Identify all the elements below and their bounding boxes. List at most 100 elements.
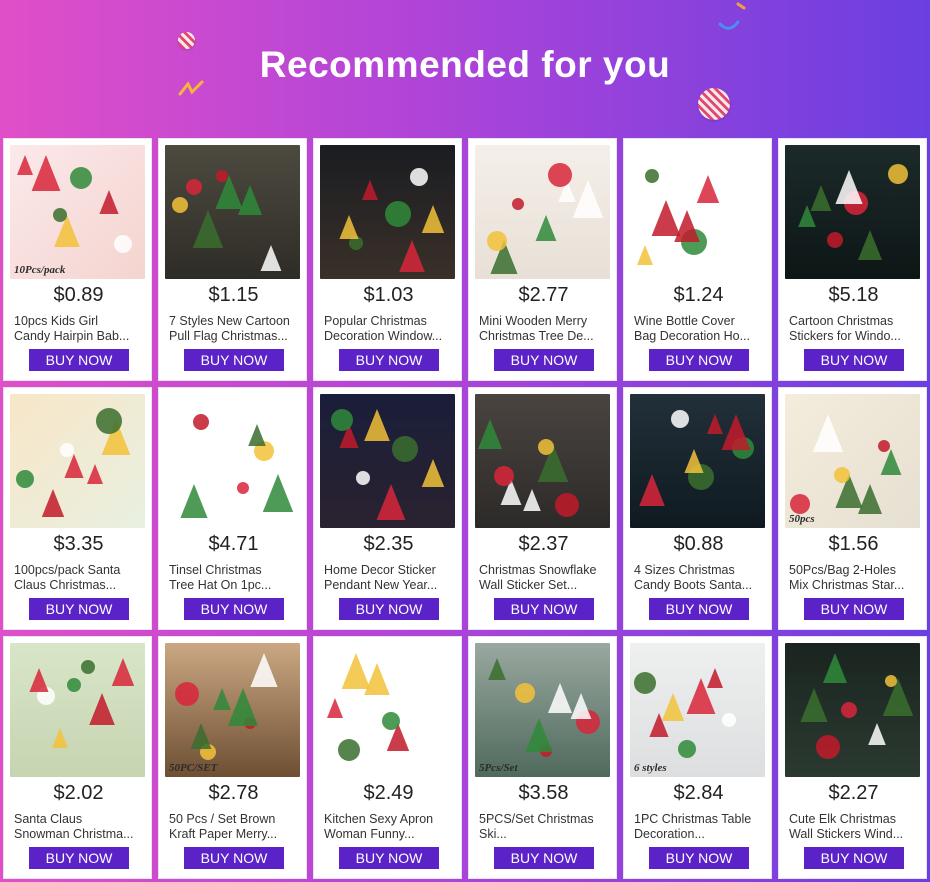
product-title[interactable]: 100pcs/pack Santa Claus Christmas... <box>14 563 146 593</box>
product-title[interactable]: Cartoon Christmas Stickers for Windo... <box>789 314 921 344</box>
product-price: $2.35 <box>363 533 414 555</box>
product-image[interactable] <box>10 643 145 777</box>
product-card[interactable]: $1.03 Popular Christmas Decoration Window.… <box>313 138 462 381</box>
product-illustration <box>172 170 282 271</box>
product-image[interactable] <box>10 394 145 528</box>
decor-shape <box>186 179 202 195</box>
product-image[interactable]: 5Pcs/Set <box>475 643 610 777</box>
product-title-line: 7 Styles New Cartoon <box>169 314 290 328</box>
product-title[interactable]: 7 Styles New Cartoon Pull Flag Christmas.… <box>169 314 301 344</box>
buy-now-button[interactable]: BUY NOW <box>339 847 439 869</box>
product-image[interactable]: 50PC/SET <box>165 643 300 777</box>
product-title[interactable]: 4 Sizes Christmas Candy Boots Santa... <box>634 563 766 593</box>
buy-now-button[interactable]: BUY NOW <box>649 847 749 869</box>
product-price: $2.78 <box>208 782 259 804</box>
product-image[interactable]: 6 styles <box>630 643 765 777</box>
product-card[interactable]: $0.88 4 Sizes Christmas Candy Boots Santa.… <box>623 387 772 630</box>
product-image[interactable] <box>630 394 765 528</box>
decor-shape <box>29 668 49 692</box>
product-title-line: Tree Hat On 1pc... <box>169 578 272 592</box>
buy-now-button[interactable]: BUY NOW <box>649 349 749 371</box>
product-title[interactable]: Santa Claus Snowman Christma... <box>14 812 146 842</box>
product-image[interactable]: 10Pcs/pack <box>10 145 145 279</box>
decor-shape <box>87 464 103 484</box>
decor-shape <box>515 683 535 703</box>
product-title-line: Tinsel Christmas <box>169 563 262 577</box>
product-title[interactable]: 50 Pcs / Set Brown Kraft Paper Merry... <box>169 812 301 842</box>
product-title[interactable]: 5PCS/Set Christmas Ski... <box>479 812 611 842</box>
product-illustration <box>488 658 600 757</box>
decor-shape <box>399 240 425 272</box>
buy-now-button[interactable]: BUY NOW <box>494 598 594 620</box>
buy-now-button[interactable]: BUY NOW <box>494 349 594 371</box>
decor-shape <box>488 658 506 680</box>
product-card[interactable]: $2.77 Mini Wooden Merry Christmas Tree De.… <box>468 138 617 381</box>
buy-now-button[interactable]: BUY NOW <box>184 847 284 869</box>
product-card[interactable]: 5Pcs/Set $3.58 5PCS/Set Christmas Ski... BUY… <box>468 636 617 879</box>
product-title-line: 5PCS/Set Christmas <box>479 812 594 826</box>
decor-shape <box>790 494 810 514</box>
product-title[interactable]: 50Pcs/Bag 2-Holes Mix Christmas Star... <box>789 563 921 593</box>
buy-now-button[interactable]: BUY NOW <box>804 598 904 620</box>
product-title[interactable]: Wine Bottle Cover Bag Decoration Ho... <box>634 314 766 344</box>
product-illustration <box>790 414 902 514</box>
product-card[interactable]: $2.02 Santa Claus Snowman Christma... BUY N… <box>3 636 152 879</box>
product-card[interactable]: $4.71 Tinsel Christmas Tree Hat On 1pc... B… <box>158 387 307 630</box>
product-title[interactable]: Kitchen Sexy Apron Woman Funny... <box>324 812 456 842</box>
product-title[interactable]: Mini Wooden Merry Christmas Tree De... <box>479 314 611 344</box>
decor-shape <box>722 713 736 727</box>
buy-now-button[interactable]: BUY NOW <box>184 598 284 620</box>
product-title[interactable]: 10pcs Kids Girl Candy Hairpin Bab... <box>14 314 146 344</box>
buy-now-button[interactable]: BUY NOW <box>29 349 129 371</box>
buy-now-button[interactable]: BUY NOW <box>29 598 129 620</box>
product-illustration <box>634 668 736 758</box>
decor-shape <box>260 245 282 271</box>
buy-now-button[interactable]: BUY NOW <box>29 847 129 869</box>
decor-shape <box>858 230 882 260</box>
product-card[interactable]: $2.37 Christmas Snowflake Wall Sticker Set… <box>468 387 617 630</box>
product-image[interactable] <box>320 643 455 777</box>
decor-shape <box>41 489 65 517</box>
product-image[interactable] <box>630 145 765 279</box>
product-title[interactable]: Home Decor Sticker Pendant New Year... <box>324 563 456 593</box>
product-card[interactable]: 10Pcs/pack $0.89 10pcs Kids Girl Candy Hair… <box>3 138 152 381</box>
image-caption: 5Pcs/Set <box>479 762 518 774</box>
product-image[interactable] <box>475 394 610 528</box>
product-card[interactable]: $2.49 Kitchen Sexy Apron Woman Funny... BUY… <box>313 636 462 879</box>
buy-now-button[interactable]: BUY NOW <box>804 847 904 869</box>
product-image[interactable]: 50pcs <box>785 394 920 528</box>
decor-shape <box>878 440 890 452</box>
product-card[interactable]: 6 styles $2.84 1PC Christmas Table Decorati… <box>623 636 772 879</box>
buy-now-button[interactable]: BUY NOW <box>804 349 904 371</box>
product-image[interactable] <box>475 145 610 279</box>
buy-now-button[interactable]: BUY NOW <box>494 847 594 869</box>
buy-now-button[interactable]: BUY NOW <box>339 349 439 371</box>
product-card[interactable]: $1.15 7 Styles New Cartoon Pull Flag Chris… <box>158 138 307 381</box>
product-image[interactable] <box>320 394 455 528</box>
buy-now-button[interactable]: BUY NOW <box>649 598 749 620</box>
product-card[interactable]: $1.24 Wine Bottle Cover Bag Decoration Ho.… <box>623 138 772 381</box>
decor-shape <box>525 718 553 752</box>
product-card[interactable]: $3.35 100pcs/pack Santa Claus Christmas...… <box>3 387 152 630</box>
product-card[interactable]: $2.35 Home Decor Sticker Pendant New Year.… <box>313 387 462 630</box>
product-illustration <box>16 408 131 517</box>
product-image[interactable] <box>165 145 300 279</box>
product-image[interactable] <box>785 643 920 777</box>
product-title-line: Cartoon Christmas <box>789 314 894 328</box>
product-title[interactable]: 1PC Christmas Table Decoration... <box>634 812 766 842</box>
product-title[interactable]: Christmas Snowflake Wall Sticker Set... <box>479 563 611 593</box>
product-title[interactable]: Tinsel Christmas Tree Hat On 1pc... <box>169 563 301 593</box>
buy-now-button[interactable]: BUY NOW <box>184 349 284 371</box>
buy-now-button[interactable]: BUY NOW <box>339 598 439 620</box>
product-card[interactable]: $2.27 Cute Elk Christmas Wall Stickers Win… <box>778 636 927 879</box>
product-card[interactable]: 50pcs $1.56 50Pcs/Bag 2-Holes Mix Christmas… <box>778 387 927 630</box>
product-image[interactable] <box>320 145 455 279</box>
decor-shape <box>885 675 897 687</box>
product-title[interactable]: Popular Christmas Decoration Window... <box>324 314 456 344</box>
product-card[interactable]: $5.18 Cartoon Christmas Stickers for Windo… <box>778 138 927 381</box>
product-image[interactable] <box>165 394 300 528</box>
product-title[interactable]: Cute Elk Christmas Wall Stickers Wind... <box>789 812 921 842</box>
decor-shape <box>674 210 700 242</box>
product-card[interactable]: 50PC/SET $2.78 50 Pcs / Set Brown Kraft Pap… <box>158 636 307 879</box>
product-image[interactable] <box>785 145 920 279</box>
